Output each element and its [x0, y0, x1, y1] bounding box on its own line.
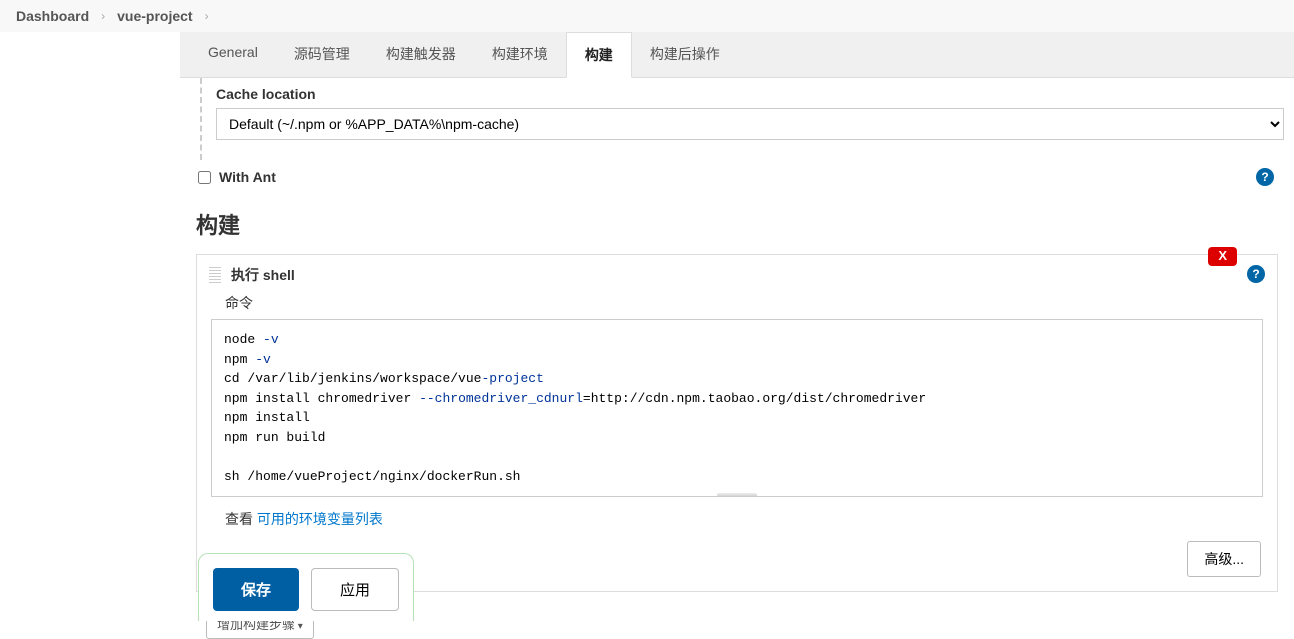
chevron-right-icon: ›: [101, 9, 105, 23]
tab-build[interactable]: 构建: [566, 32, 632, 78]
cache-location-select[interactable]: Default (~/.npm or %APP_DATA%\npm-cache): [216, 108, 1284, 140]
with-ant-checkbox[interactable]: [198, 171, 211, 184]
cache-location-label: Cache location: [216, 78, 1284, 108]
apply-button[interactable]: 应用: [311, 568, 399, 611]
chevron-right-icon: ›: [205, 9, 209, 23]
breadcrumb: Dashboard › vue-project ›: [0, 0, 1294, 32]
env-vars-link[interactable]: 可用的环境变量列表: [257, 511, 383, 527]
save-bar: 保存 应用: [198, 553, 414, 621]
help-icon[interactable]: ?: [1256, 168, 1274, 186]
breadcrumb-dashboard[interactable]: Dashboard: [16, 8, 89, 24]
left-spacer: [0, 32, 180, 639]
advanced-button[interactable]: 高级...: [1187, 541, 1261, 577]
with-ant-label: With Ant: [219, 169, 276, 185]
env-vars-row: 查看 可用的环境变量列表: [197, 497, 1277, 535]
tab-env[interactable]: 构建环境: [474, 32, 566, 77]
delete-step-button[interactable]: X: [1208, 247, 1237, 266]
config-tabs: General 源码管理 构建触发器 构建环境 构建 构建后操作: [180, 32, 1294, 78]
tab-trigger[interactable]: 构建触发器: [368, 32, 474, 77]
shell-command-input[interactable]: node -vnpm -vcd /var/lib/jenkins/workspa…: [211, 319, 1263, 497]
shell-build-step: X ? 执行 shell 命令 node -vnpm -vcd /var/lib…: [196, 254, 1278, 592]
build-section-title: 构建: [190, 194, 1284, 250]
tab-post[interactable]: 构建后操作: [632, 32, 738, 77]
drag-handle-icon[interactable]: [209, 267, 221, 283]
help-icon[interactable]: ?: [1247, 265, 1265, 283]
shell-step-title: 执行 shell: [231, 265, 295, 285]
tab-scm[interactable]: 源码管理: [276, 32, 368, 77]
command-label: 命令: [197, 289, 1277, 319]
tab-general[interactable]: General: [190, 32, 276, 77]
save-button[interactable]: 保存: [213, 568, 299, 611]
breadcrumb-project[interactable]: vue-project: [117, 8, 192, 24]
